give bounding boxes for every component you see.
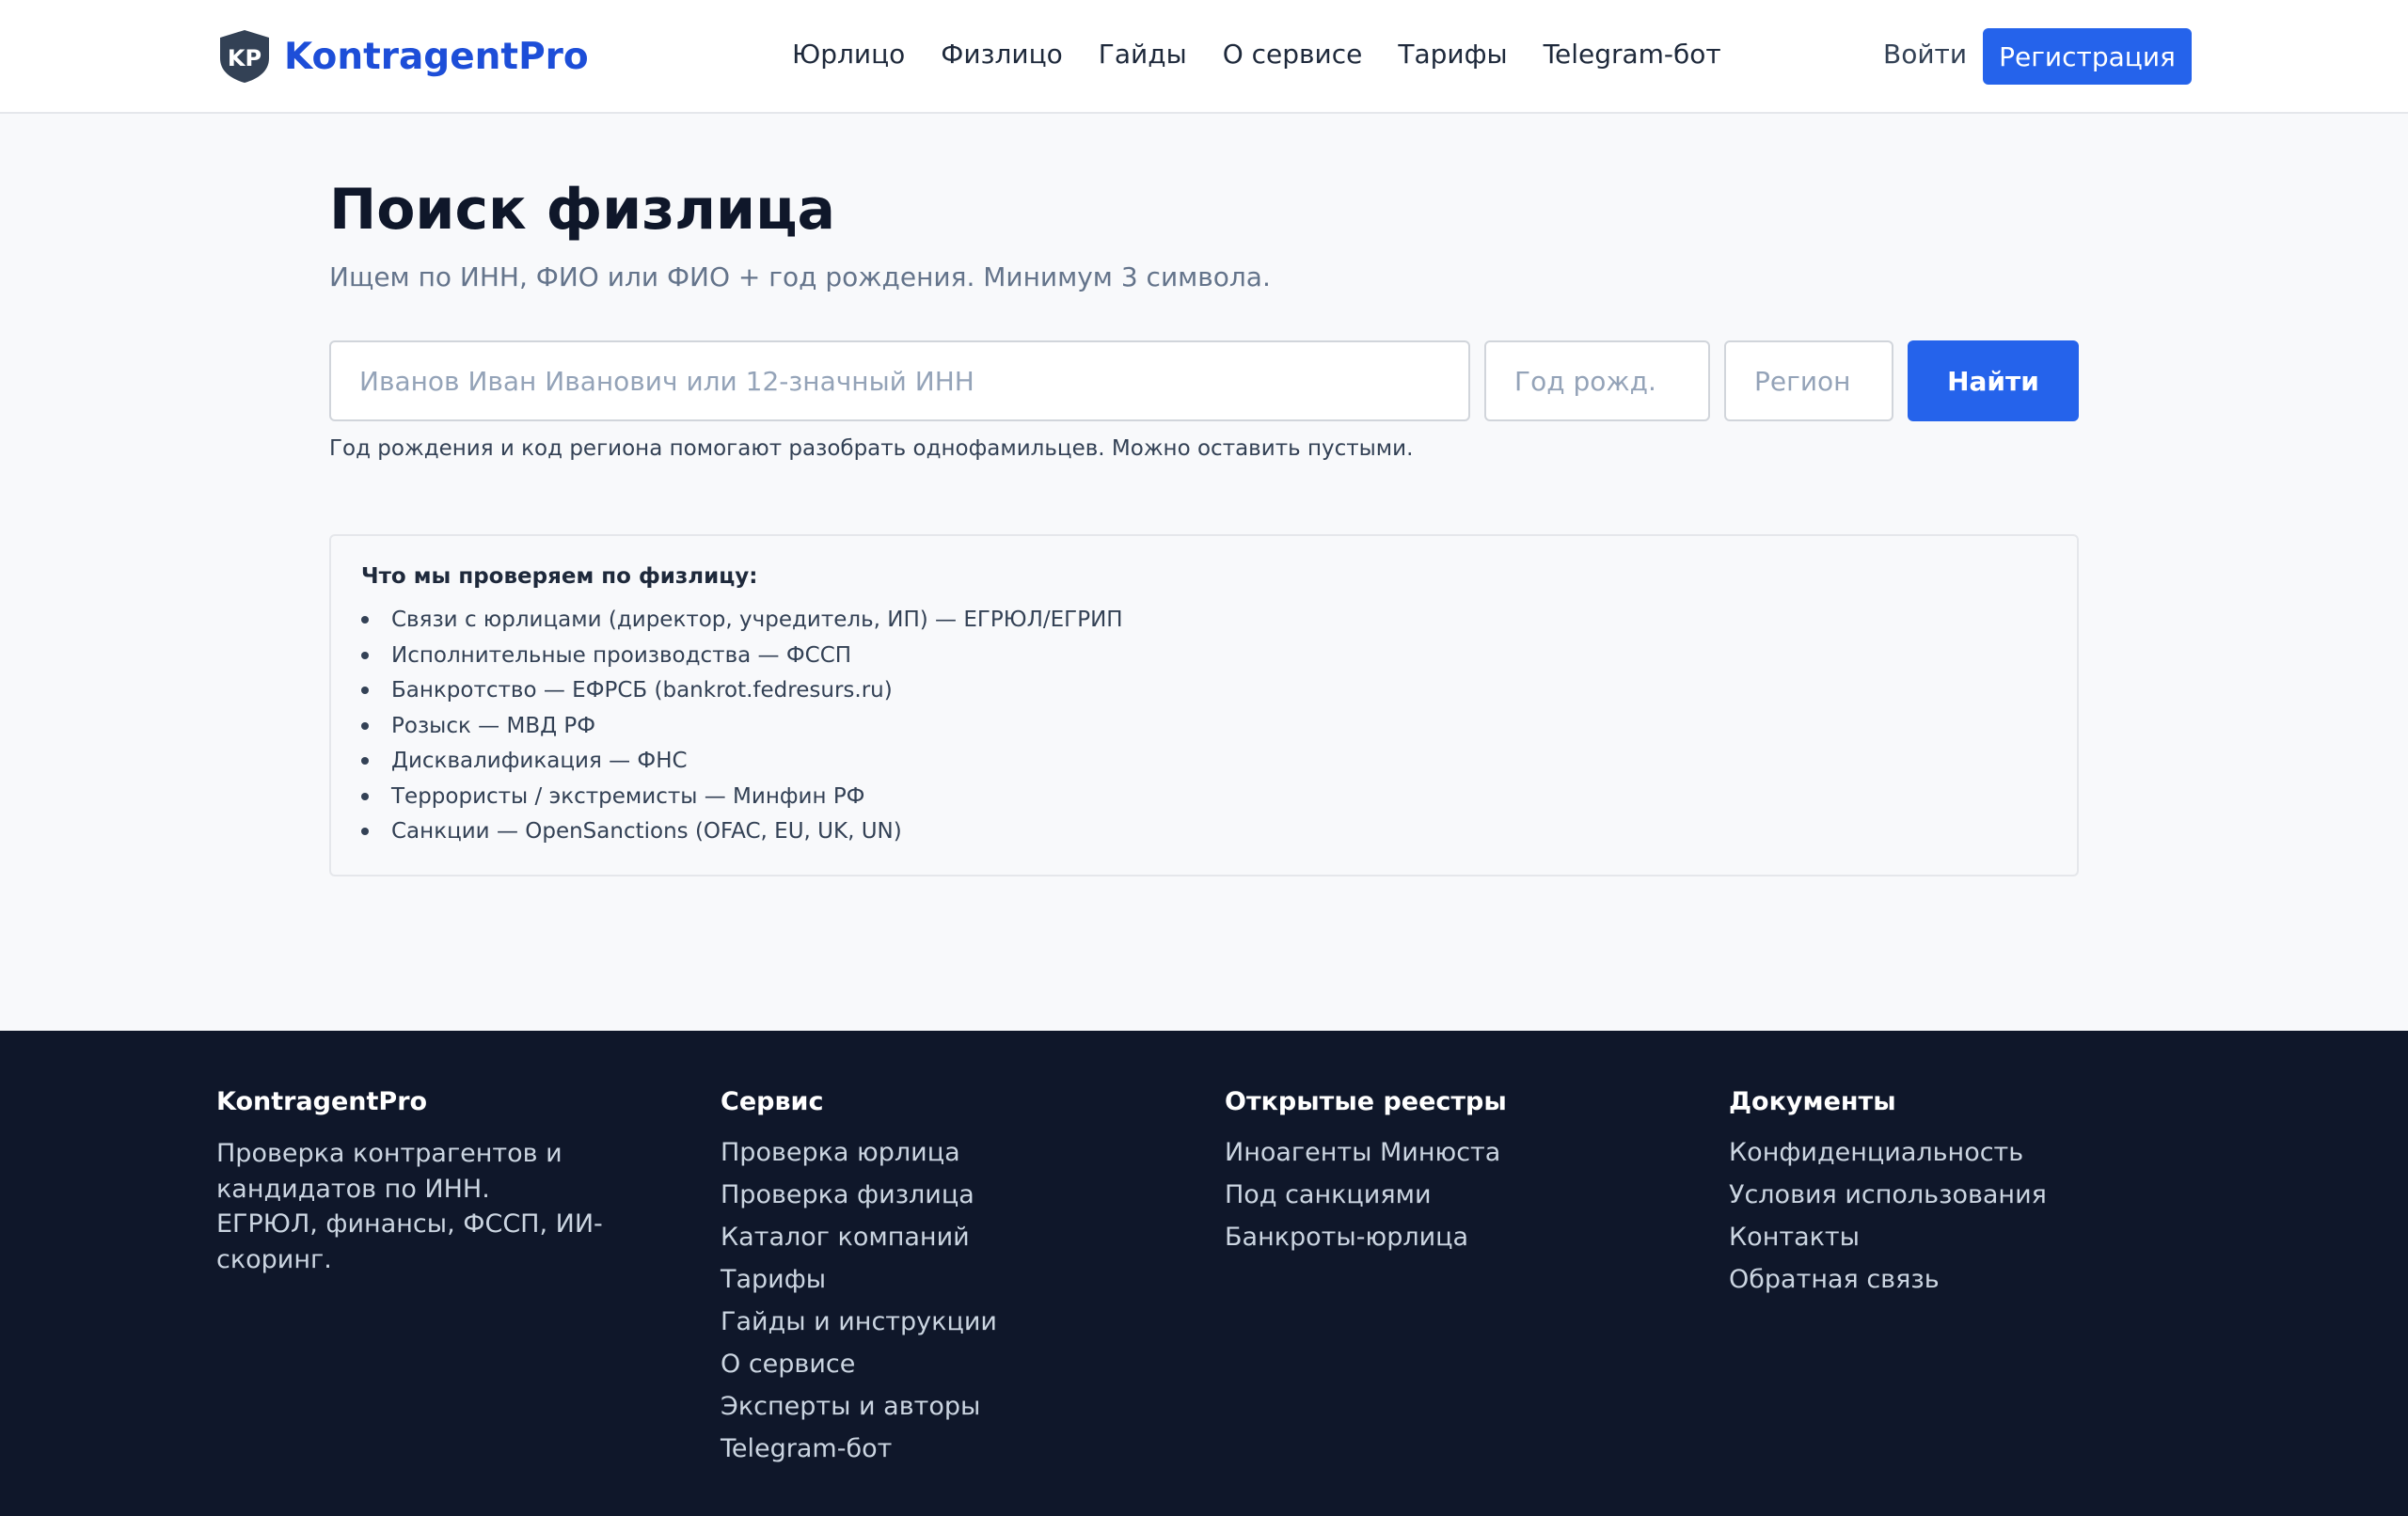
footer-brand-desc: Проверка контрагентов и кандидатов по ИН… — [216, 1136, 611, 1277]
footer-link[interactable]: Проверка физлица — [721, 1178, 997, 1221]
footer-registries-title: Открытые реестры — [1225, 1087, 1507, 1116]
page-title: Поиск физлица — [329, 177, 836, 243]
footer-link[interactable]: Каталог компаний — [721, 1221, 997, 1263]
page-subtitle: Ищем по ИНН, ФИО или ФИО + год рождения.… — [329, 261, 1271, 292]
footer-link[interactable]: Условия использования — [1729, 1178, 2047, 1221]
site-header: KP KontragentPro Юрлицо Физлицо Гайды О … — [0, 0, 2408, 114]
footer-link[interactable]: О сервисе — [721, 1348, 997, 1390]
logo-shield-icon: KP — [220, 30, 269, 83]
footer-link[interactable]: Под санкциями — [1225, 1178, 1507, 1221]
logo[interactable]: KP KontragentPro — [216, 28, 589, 85]
footer-link[interactable]: Гайды и инструкции — [721, 1305, 997, 1348]
footer-col-registries: Открытые реестры Иноагенты Минюста Под с… — [1225, 1087, 1507, 1263]
list-item: Террористы / экстремисты — Минфин РФ — [361, 782, 1123, 818]
footer-desc-line: ЕГРЮЛ, финансы, ФССП, ИИ-скоринг. — [216, 1209, 603, 1274]
footer-link[interactable]: Банкроты-юрлица — [1225, 1221, 1507, 1263]
svg-text:KP: KP — [228, 45, 261, 71]
find-button[interactable]: Найти — [1908, 340, 2079, 421]
main-nav: Юрлицо Физлицо Гайды О сервисе Тарифы Te… — [792, 36, 1757, 73]
checks-panel: Что мы проверяем по физлицу: Связи с юрл… — [329, 534, 2079, 876]
footer-brand-title: KontragentPro — [216, 1087, 428, 1116]
list-item: Связи с юрлицами (директор, учредитель, … — [361, 606, 1123, 641]
footer-link[interactable]: Проверка юрлица — [721, 1136, 997, 1178]
checks-list: Связи с юрлицами (директор, учредитель, … — [361, 606, 1123, 853]
footer-documents-title: Документы — [1729, 1087, 1896, 1116]
logo-text: KontragentPro — [284, 35, 589, 78]
name-or-inn-input[interactable]: Иванов Иван Иванович или 12-значный ИНН — [329, 340, 1470, 421]
footer-link[interactable]: Контакты — [1729, 1221, 2047, 1263]
birth-year-input[interactable]: Год рожд. — [1484, 340, 1710, 421]
list-item: Розыск — МВД РФ — [361, 712, 1123, 748]
footer-col-documents: Документы Конфиденциальность Условия исп… — [1729, 1087, 2047, 1305]
list-item: Банкротство — ЕФРСБ (bankrot.fedresurs.r… — [361, 676, 1123, 712]
list-item: Исполнительные производства — ФССП — [361, 641, 1123, 677]
region-input[interactable]: Регион — [1724, 340, 1893, 421]
site-footer: KontragentPro Проверка контрагентов и ка… — [0, 1031, 2408, 1516]
login-link[interactable]: Войти — [1883, 36, 1967, 73]
checks-title: Что мы проверяем по физлицу: — [361, 564, 758, 589]
footer-service-title: Сервис — [721, 1087, 824, 1116]
nav-item-about[interactable]: О сервисе — [1223, 36, 1363, 73]
footer-link[interactable]: Конфиденциальность — [1729, 1136, 2047, 1178]
footer-link[interactable]: Тарифы — [721, 1263, 997, 1305]
list-item: Дисквалификация — ФНС — [361, 747, 1123, 782]
nav-item-telegram-bot[interactable]: Telegram-бот — [1544, 36, 1721, 73]
footer-link[interactable]: Telegram-бот — [721, 1432, 997, 1475]
footer-link[interactable]: Обратная связь — [1729, 1263, 2047, 1305]
nav-item-legal-entity[interactable]: Юрлицо — [792, 36, 905, 73]
nav-item-individual[interactable]: Физлицо — [941, 36, 1062, 73]
footer-link[interactable]: Эксперты и авторы — [721, 1390, 997, 1432]
footer-link[interactable]: Иноагенты Минюста — [1225, 1136, 1507, 1178]
footer-desc-line: Проверка контрагентов и кандидатов по ИН… — [216, 1139, 562, 1204]
footer-col-service: Сервис Проверка юрлица Проверка физлица … — [721, 1087, 997, 1475]
nav-item-guides[interactable]: Гайды — [1099, 36, 1187, 73]
register-button[interactable]: Регистрация — [1983, 28, 2192, 85]
list-item: Санкции — OpenSanctions (OFAC, EU, UK, U… — [361, 817, 1123, 853]
nav-item-pricing[interactable]: Тарифы — [1398, 36, 1507, 73]
search-hint: Год рождения и код региона помогают разо… — [329, 436, 1414, 461]
footer-col-brand: KontragentPro Проверка контрагентов и ка… — [216, 1087, 611, 1277]
